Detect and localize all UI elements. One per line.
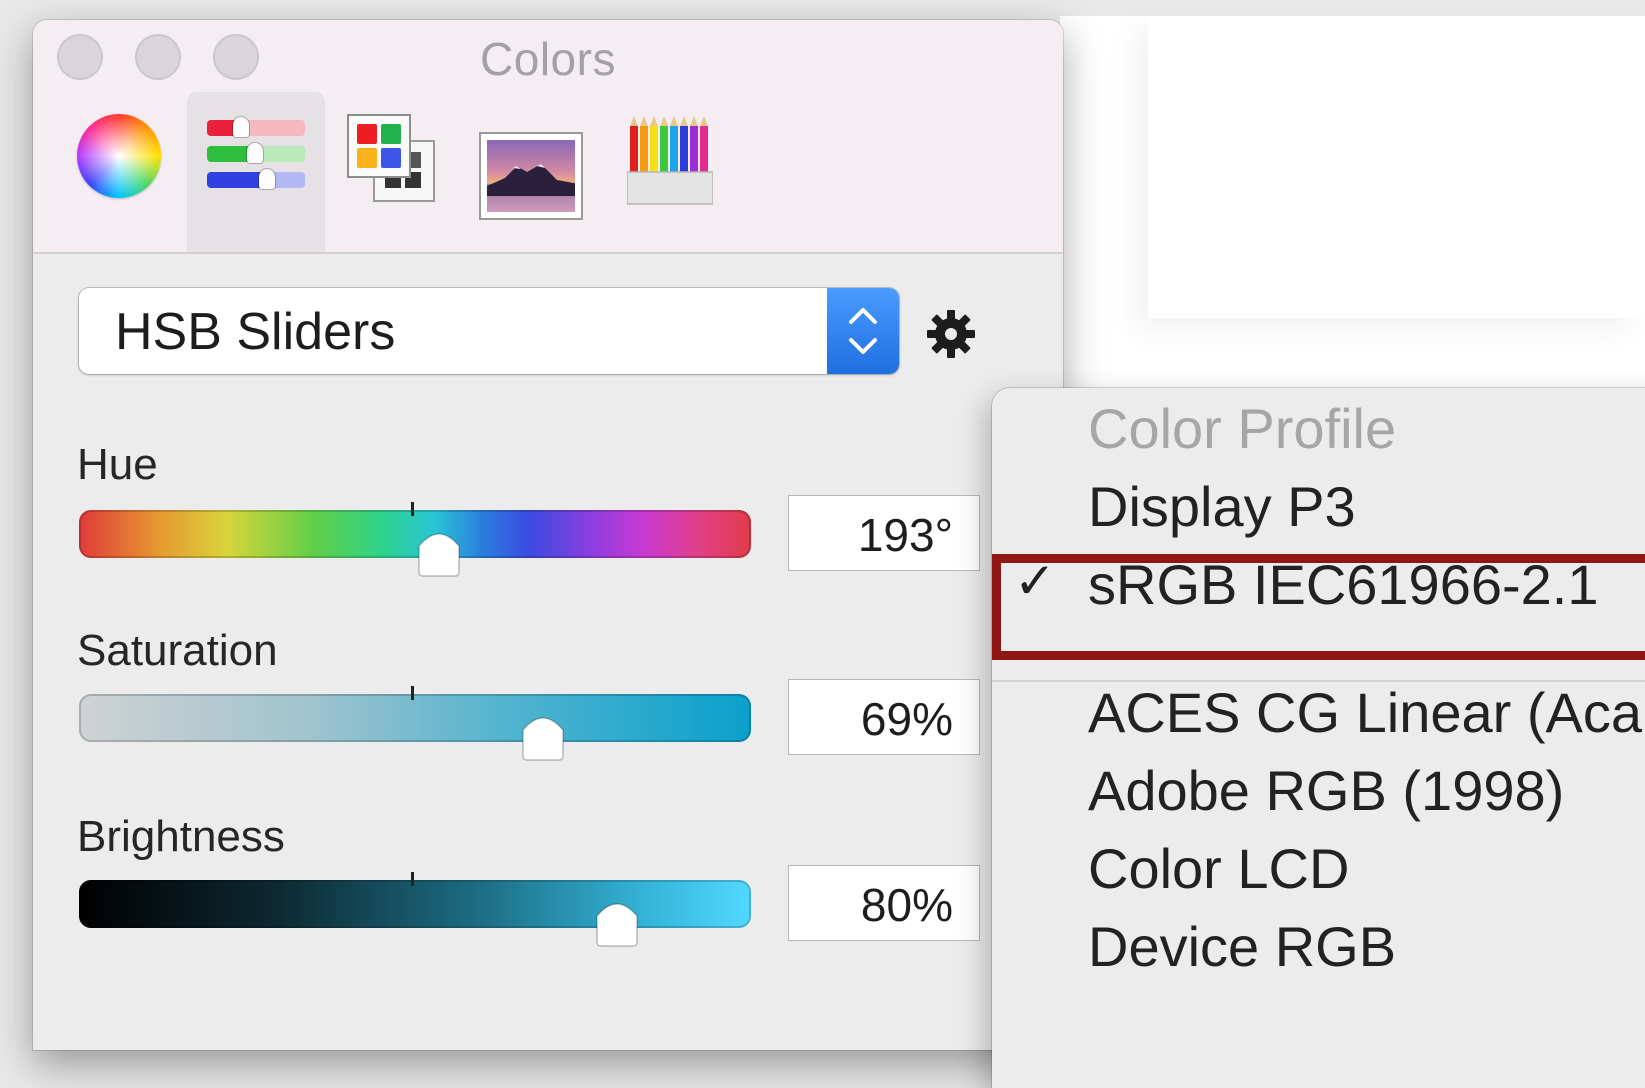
menu-item-device-rgb[interactable]: Device RGB [1088,914,1396,979]
background-window [1148,16,1645,318]
brightness-label: Brightness [77,812,285,861]
slider-mode-label: HSB Sliders [115,303,396,361]
tab-color-palettes[interactable] [333,92,453,252]
brightness-tick [411,872,414,886]
saturation-tick [411,686,414,700]
brightness-value: 80% [860,879,953,931]
menu-item-adobe-rgb[interactable]: Adobe RGB (1998) [1088,758,1564,823]
slider-mode-popup[interactable]: HSB Sliders [79,288,899,374]
hue-value-field[interactable]: 193° [789,496,979,570]
hue-slider-thumb[interactable] [415,522,463,578]
saturation-value-field[interactable]: 69% [789,680,979,754]
color-profile-menu: Color Profile Display P3 ✓ sRGB IEC61966… [992,388,1645,1088]
selection-highlight-box [992,554,1645,660]
saturation-value: 69% [860,693,953,745]
saturation-label: Saturation [77,626,278,675]
tab-pencils[interactable] [607,92,733,252]
color-sliders-icon [207,117,305,192]
hue-tick [411,502,414,516]
color-wheel-icon [77,114,161,198]
menu-item-display-p3[interactable]: Display P3 [1088,474,1356,539]
menu-item-color-lcd[interactable]: Color LCD [1088,836,1349,901]
gear-icon[interactable] [923,306,979,362]
popup-arrows-button[interactable] [827,288,899,374]
chevron-up-down-icon [849,308,877,354]
tab-image-palettes[interactable] [467,92,597,252]
saturation-slider[interactable] [79,694,751,742]
toolbar: Colors [33,20,1063,254]
colors-window: Colors HSB Sliders Hue 193° Saturation 6… [33,20,1063,1050]
menu-header: Color Profile [1088,397,1397,460]
hue-label: Hue [77,440,158,489]
tab-color-wheel[interactable] [63,92,183,252]
hue-value: 193° [857,509,953,561]
tab-color-sliders[interactable] [187,92,325,252]
brightness-value-field[interactable]: 80% [789,866,979,940]
saturation-slider-thumb[interactable] [519,706,567,762]
image-palettes-icon [479,132,583,220]
brightness-slider-thumb[interactable] [593,892,641,948]
window-title: Colors [480,33,616,85]
brightness-slider[interactable] [79,880,751,928]
color-palettes-icon [347,114,441,206]
pencils-icon [626,114,714,205]
menu-item-aces[interactable]: ACES CG Linear (Aca [1088,680,1642,745]
